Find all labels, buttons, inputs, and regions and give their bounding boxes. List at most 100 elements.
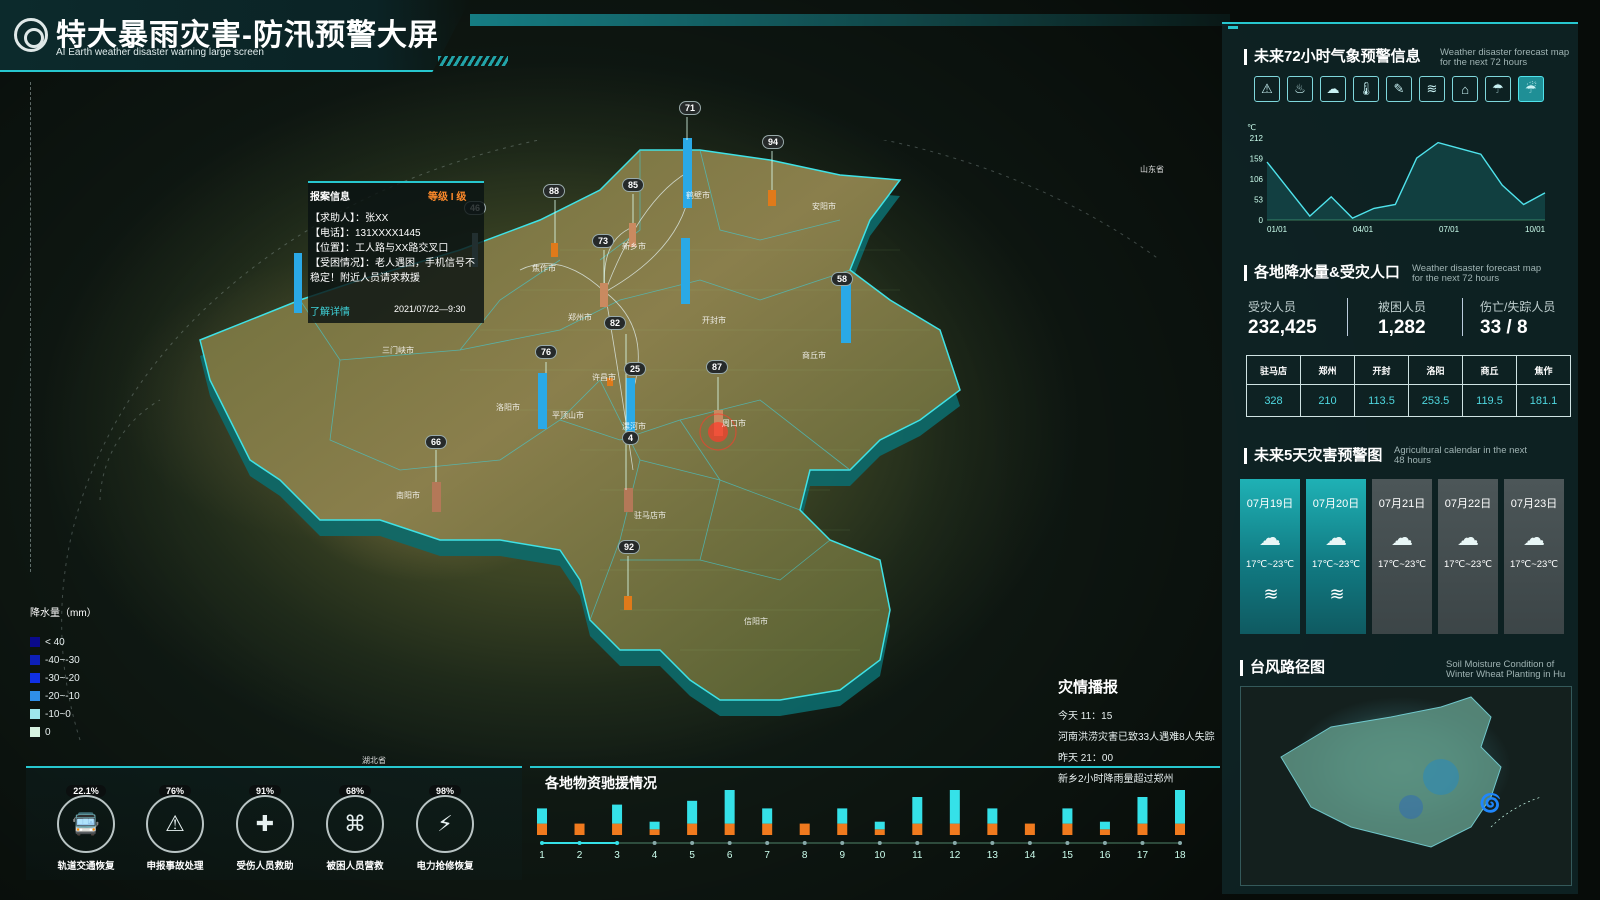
table-cell: 113.5 <box>1354 384 1409 417</box>
gale-icon[interactable]: ≋ <box>1419 76 1445 102</box>
weather-warning-subtitle: Weather disaster forecast map for the ne… <box>1440 47 1570 68</box>
legend-item: -40~-30 <box>30 651 130 669</box>
storm-icon[interactable]: ☂ <box>1485 76 1511 102</box>
legend-label: -40~-30 <box>45 654 80 666</box>
forecast-card[interactable]: 07月20日 ☁ 17℃~23℃ ≋ <box>1306 479 1366 634</box>
gauge-label: 被困人员营救 <box>326 861 384 872</box>
page-subtitle: AI Earth weather disaster warning large … <box>56 47 264 58</box>
incident-popup[interactable]: 报案信息 等级 I 级 【求助人】：张XX 【电话】：131XXXX1445 【… <box>308 181 484 323</box>
table-cell: 328 <box>1246 384 1301 417</box>
bar-cyan[interactable] <box>987 808 998 824</box>
bar-cyan[interactable] <box>762 808 773 824</box>
gauge-power[interactable]: 98% ⚡ 电力抢修恢复 <box>414 785 476 872</box>
gauge-accident[interactable]: 76% ⚠ 申报事故处理 <box>144 785 206 872</box>
bar-cyan[interactable] <box>837 808 848 824</box>
bar-cyan[interactable] <box>1175 790 1185 824</box>
x-tick-label: 3 <box>614 850 620 861</box>
stat-divider <box>1347 298 1348 336</box>
bar-orange[interactable] <box>799 823 810 835</box>
y-tick-label: 212 <box>1250 134 1264 143</box>
rain-cloud-icon[interactable]: ☁ <box>1320 76 1346 102</box>
bar-cyan[interactable] <box>912 797 923 824</box>
rainstorm-icon[interactable]: ☔ <box>1518 76 1544 102</box>
legend-swatch <box>30 691 40 701</box>
rescue-icon: ⌘ <box>326 795 384 853</box>
typhoon-map[interactable]: 🌀 <box>1240 686 1572 886</box>
bar-orange[interactable] <box>1024 823 1035 835</box>
right-panel-accent <box>1228 26 1238 29</box>
bar-orange[interactable] <box>537 823 547 835</box>
bar-cyan[interactable] <box>949 790 960 824</box>
y-tick-label: 53 <box>1254 196 1263 205</box>
legend-item: -10~0 <box>30 705 130 723</box>
heat-icon: ≋ <box>1329 584 1344 604</box>
bar-cyan[interactable] <box>687 800 698 824</box>
forecast-card[interactable]: 07月23日 ☁ 17℃~23℃ <box>1504 479 1564 634</box>
forecast-subtitle: Agricultural calendar in the next 48 hou… <box>1394 445 1528 466</box>
gauge-injured[interactable]: 91% ✚ 受伤人员救助 <box>234 785 296 872</box>
forecast-temp: 17℃~23℃ <box>1245 559 1295 570</box>
bar-orange[interactable] <box>687 823 698 835</box>
bar-orange[interactable] <box>574 823 585 835</box>
wind-icon[interactable]: ✎ <box>1386 76 1412 102</box>
forecast-temp: 17℃~23℃ <box>1311 559 1361 570</box>
bar-orange[interactable] <box>987 823 998 835</box>
axis-dot <box>877 841 882 845</box>
bar-cyan[interactable] <box>1137 797 1148 824</box>
axis-dot <box>1178 841 1182 845</box>
x-tick-label: 04/01 <box>1353 225 1374 234</box>
forecast-date: 07月19日 <box>1246 498 1294 510</box>
forecast-date: 07月22日 <box>1444 498 1492 510</box>
thermometer-icon[interactable]: 🌡 <box>1353 76 1379 102</box>
legend-label: -20~-10 <box>45 690 80 702</box>
legend-swatch <box>30 673 40 683</box>
bar-orange[interactable] <box>837 823 848 835</box>
popup-detail-link[interactable]: 了解详情 <box>310 303 350 318</box>
forecast-cards: 07月19日 ☁ 17℃~23℃ ≋ 07月20日 ☁ 17℃~23℃ ≋ 07… <box>1240 479 1564 634</box>
flood-icon[interactable]: ⌂ <box>1452 76 1478 102</box>
bar-orange[interactable] <box>612 823 623 835</box>
axis-dot <box>1102 841 1107 845</box>
supplies-bar-chart[interactable]: 1 2 3 4 5 6 7 8 9 10 11 12 13 14 15 16 17 18 <box>530 790 1210 880</box>
y-tick-label: 106 <box>1250 175 1264 184</box>
china-map-shape <box>1280 696 1542 848</box>
bar-cyan[interactable] <box>1099 821 1110 830</box>
bar-orange[interactable] <box>649 829 660 835</box>
forecast-card[interactable]: 07月19日 ☁ 17℃~23℃ ≋ <box>1240 479 1300 634</box>
popup-phone: 【电话】：131XXXX1445 <box>310 228 421 239</box>
axis-dot <box>802 841 807 845</box>
gauge-label: 受伤人员救助 <box>236 861 294 872</box>
bar-orange[interactable] <box>762 823 773 835</box>
bar-orange[interactable] <box>1137 823 1148 835</box>
precip-legend: 降水量（mm） < 40 -40~-30 -30~-20 -20~-10 -10… <box>30 604 130 741</box>
table-header-cell: 商丘 <box>1462 355 1517 385</box>
y-tick-label: 0 <box>1259 216 1264 225</box>
bar-cyan[interactable] <box>874 821 885 830</box>
lightning-icon: ⚡ <box>416 795 474 853</box>
forecast-date: 07月23日 <box>1510 498 1558 510</box>
forecast-card[interactable]: 07月21日 ☁ 17℃~23℃ <box>1372 479 1432 634</box>
bar-orange[interactable] <box>724 823 735 835</box>
x-tick-label: 8 <box>802 850 808 861</box>
warning-icon[interactable]: ⚠ <box>1254 76 1280 102</box>
bar-cyan[interactable] <box>537 808 547 824</box>
map-pin-label[interactable]: 71 <box>679 101 702 115</box>
bar-cyan[interactable] <box>724 790 735 824</box>
table-header-cell: 开封 <box>1354 355 1409 385</box>
forecast-card[interactable]: 07月22日 ☁ 17℃~23℃ <box>1438 479 1498 634</box>
bar-cyan[interactable] <box>649 821 660 830</box>
bar-orange[interactable] <box>874 829 885 835</box>
bar-cyan[interactable] <box>1062 808 1073 824</box>
heat-icon[interactable]: ♨ <box>1287 76 1313 102</box>
legend-item: < 40 <box>30 633 130 651</box>
gauge-rail-recovery[interactable]: 22.1% 🚍 轨道交通恢复 <box>55 785 117 872</box>
bar-orange[interactable] <box>1099 829 1110 835</box>
bar-orange[interactable] <box>1175 823 1185 835</box>
logo-icon <box>14 18 48 52</box>
bar-orange[interactable] <box>949 823 960 835</box>
temperature-line-chart[interactable]: ℃ 0 53 106 159 212 01/01 04/01 07/01 10/01 <box>1245 120 1565 240</box>
bar-orange[interactable] <box>912 823 923 835</box>
bar-cyan[interactable] <box>612 804 623 824</box>
bar-orange[interactable] <box>1062 823 1073 835</box>
gauge-trapped[interactable]: 68% ⌘ 被困人员营救 <box>324 785 386 872</box>
